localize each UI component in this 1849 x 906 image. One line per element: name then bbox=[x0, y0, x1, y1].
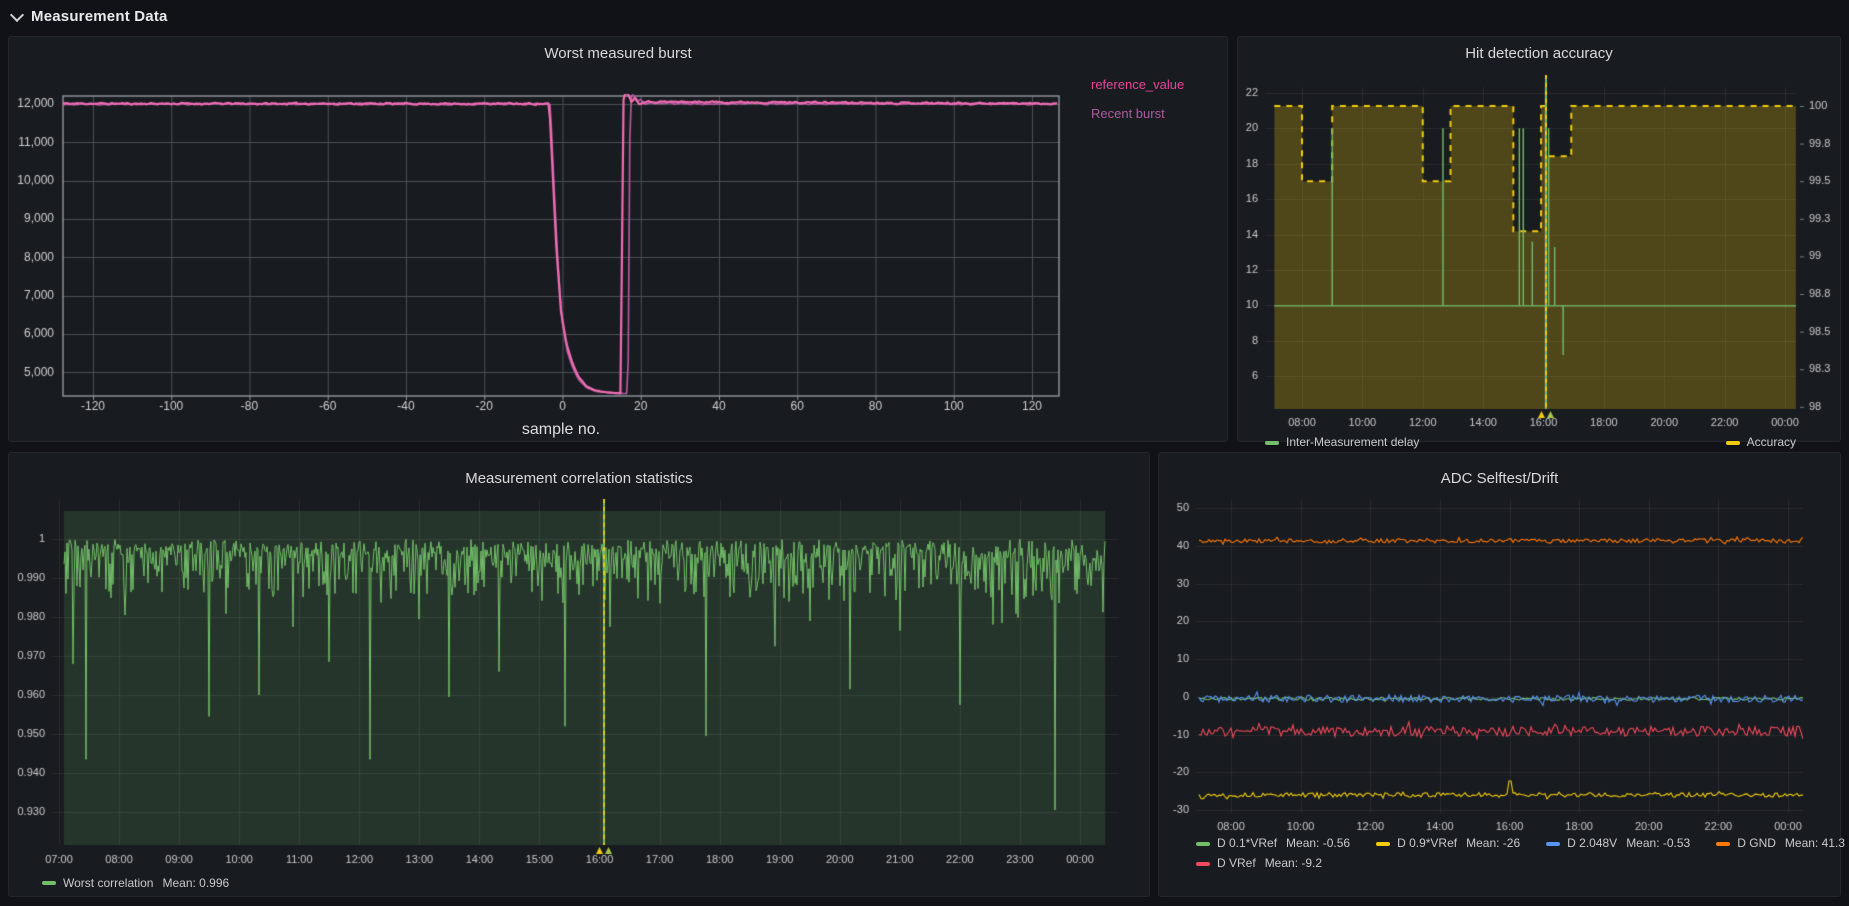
adc-selftest-drift-chart[interactable] bbox=[1159, 453, 1840, 896]
panel-worst-measured-burst: Worst measured burst sample no. referenc… bbox=[8, 36, 1228, 442]
legend-mean-value: Mean: -26 bbox=[1466, 836, 1520, 851]
legend-mean-value: Mean: -9.2 bbox=[1265, 856, 1322, 871]
legend-swatch bbox=[1376, 842, 1390, 846]
worst-measured-burst-chart[interactable] bbox=[9, 37, 1227, 441]
hit-detection-accuracy-chart[interactable] bbox=[1238, 37, 1840, 441]
legend-mean-value: Mean: 0.996 bbox=[162, 876, 229, 891]
legend-label: D 2.048V bbox=[1567, 836, 1617, 851]
panel-measurement-correlation-statistics: Measurement correlation statistics Worst… bbox=[8, 452, 1150, 897]
panel-title[interactable]: Hit detection accuracy bbox=[1238, 45, 1840, 62]
legend: Inter-Measurement delay Accuracy bbox=[1265, 435, 1796, 450]
legend-item-d-0-9-vref[interactable]: D 0.9*VRef Mean: -26 bbox=[1376, 836, 1520, 851]
legend-swatch bbox=[42, 881, 56, 885]
legend-item-d-gnd[interactable]: D GND Mean: 41.3 bbox=[1716, 836, 1845, 851]
legend-item-accuracy[interactable]: Accuracy bbox=[1726, 435, 1796, 450]
legend-label: D VRef bbox=[1217, 856, 1256, 871]
legend: D 0.1*VRef Mean: -0.56 D 0.9*VRef Mean: -26… bbox=[1196, 836, 1845, 876]
legend-label: reference_value bbox=[1091, 77, 1184, 92]
legend-row: D VRef Mean: -9.2 bbox=[1196, 856, 1845, 871]
legend-mean-value: Mean: 41.3 bbox=[1785, 836, 1845, 851]
legend-swatch bbox=[1196, 862, 1210, 866]
panel-hit-detection-accuracy: Hit detection accuracy Inter-Measurement… bbox=[1237, 36, 1841, 442]
panel-title[interactable]: ADC Selftest/Drift bbox=[1159, 470, 1840, 487]
legend-label: D 0.9*VRef bbox=[1397, 836, 1457, 851]
panel-title[interactable]: Measurement correlation statistics bbox=[9, 470, 1149, 487]
legend-label: Inter-Measurement delay bbox=[1286, 435, 1419, 450]
section-title[interactable]: Measurement Data bbox=[31, 8, 168, 25]
legend-swatch bbox=[1546, 842, 1560, 846]
legend-label: D GND bbox=[1737, 836, 1776, 851]
legend-swatch bbox=[1716, 842, 1730, 846]
legend-mean-value: Mean: -0.56 bbox=[1286, 836, 1350, 851]
panel-adc-selftest-drift: ADC Selftest/Drift D 0.1*VRef Mean: -0.56… bbox=[1158, 452, 1841, 897]
legend-swatch bbox=[1726, 441, 1740, 445]
legend: reference_value Recent burst bbox=[1091, 77, 1184, 136]
panel-title[interactable]: Worst measured burst bbox=[9, 45, 1227, 62]
legend-item-d-0-1-vref[interactable]: D 0.1*VRef Mean: -0.56 bbox=[1196, 836, 1350, 851]
legend-item-inter-measurement-delay[interactable]: Inter-Measurement delay bbox=[1265, 435, 1419, 450]
legend: Worst correlation Mean: 0.996 bbox=[42, 874, 229, 891]
legend-label: Worst correlation bbox=[63, 876, 153, 891]
chevron-down-icon[interactable] bbox=[10, 8, 24, 22]
legend-row: D 0.1*VRef Mean: -0.56 D 0.9*VRef Mean: -26… bbox=[1196, 836, 1845, 851]
legend-label: Recent burst bbox=[1091, 106, 1165, 121]
legend-item-d-vref[interactable]: D VRef Mean: -9.2 bbox=[1196, 856, 1322, 871]
section-header-measurement-data[interactable]: Measurement Data bbox=[10, 8, 168, 25]
legend-mean-value: Mean: -0.53 bbox=[1626, 836, 1690, 851]
x-axis-label: sample no. bbox=[361, 421, 761, 439]
legend-item-d-2-048v[interactable]: D 2.048V Mean: -0.53 bbox=[1546, 836, 1690, 851]
legend-swatch bbox=[1196, 842, 1210, 846]
legend-swatch bbox=[1265, 441, 1279, 445]
measurement-correlation-chart[interactable] bbox=[9, 453, 1149, 896]
legend-label: D 0.1*VRef bbox=[1217, 836, 1277, 851]
legend-item-recent-burst[interactable]: Recent burst bbox=[1091, 106, 1184, 122]
legend-item-worst-correlation[interactable]: Worst correlation Mean: 0.996 bbox=[42, 876, 229, 891]
legend-item-reference-value[interactable]: reference_value bbox=[1091, 77, 1184, 93]
legend-label: Accuracy bbox=[1747, 435, 1796, 450]
